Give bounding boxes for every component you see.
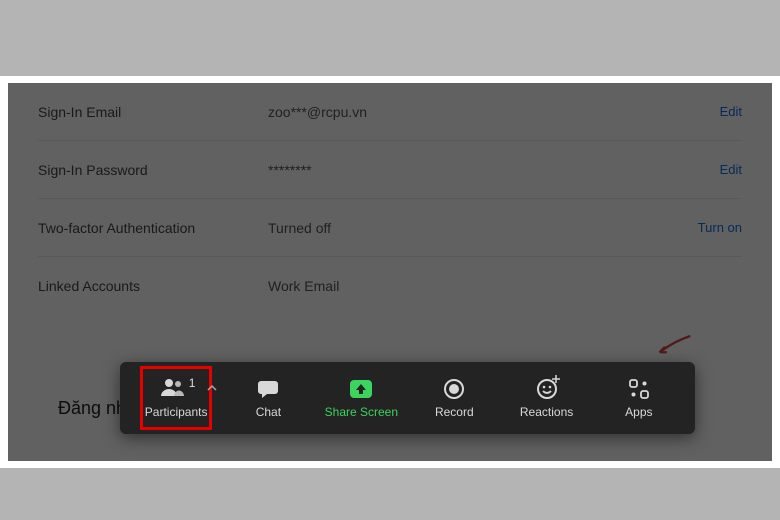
share-screen-button[interactable]: Share Screen — [325, 362, 398, 434]
edit-link[interactable]: Edit — [720, 162, 742, 177]
row-value: Work Email — [268, 278, 742, 294]
settings-row-email: Sign-In Email zoo***@rcpu.vn Edit — [38, 83, 742, 141]
participants-icon — [159, 377, 187, 402]
chat-button[interactable]: Chat — [232, 362, 304, 434]
apps-button[interactable]: Apps — [603, 362, 675, 434]
record-icon — [443, 377, 465, 401]
row-value: ******** — [268, 162, 720, 178]
row-label: Sign-In Email — [38, 104, 268, 120]
participants-label: Participants — [145, 405, 208, 419]
row-label: Sign-In Password — [38, 162, 268, 178]
record-label: Record — [435, 405, 474, 419]
chat-icon — [256, 377, 280, 401]
row-value: Turned off — [268, 220, 698, 236]
settings-row-password: Sign-In Password ******** Edit — [38, 141, 742, 199]
screenshot-frame: Sign-In Email zoo***@rcpu.vn Edit Sign-I… — [0, 76, 780, 468]
share-screen-label: Share Screen — [325, 405, 398, 419]
reactions-icon — [536, 377, 558, 401]
apps-label: Apps — [625, 405, 652, 419]
apps-icon — [628, 377, 650, 401]
chevron-up-icon[interactable] — [207, 383, 217, 396]
share-screen-icon — [348, 377, 374, 401]
participants-button[interactable]: 1 Participants — [140, 366, 212, 430]
settings-row-2fa: Two-factor Authentication Turned off Tur… — [38, 199, 742, 257]
participants-count: 1 — [189, 376, 196, 390]
record-button[interactable]: Record — [418, 362, 490, 434]
chat-label: Chat — [256, 405, 281, 419]
row-label: Linked Accounts — [38, 278, 268, 294]
zoom-meeting-toolbar: 1 Participants Chat Sh — [120, 362, 695, 434]
settings-row-linked: Linked Accounts Work Email — [38, 257, 742, 315]
row-value: zoo***@rcpu.vn — [268, 104, 720, 120]
reactions-button[interactable]: Reactions — [511, 362, 583, 434]
turn-on-link[interactable]: Turn on — [698, 220, 742, 235]
annotation-arrow-icon — [656, 334, 692, 356]
reactions-label: Reactions — [520, 405, 573, 419]
edit-link[interactable]: Edit — [720, 104, 742, 119]
row-label: Two-factor Authentication — [38, 220, 268, 236]
